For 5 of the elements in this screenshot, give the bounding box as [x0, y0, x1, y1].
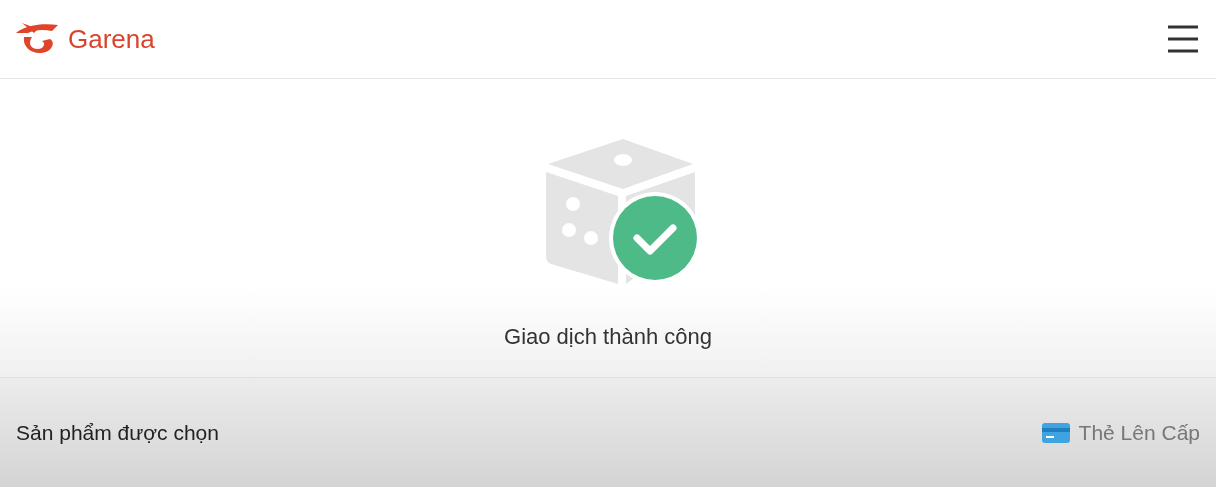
success-message: Giao dịch thành công — [504, 323, 712, 351]
product-label: Sản phẩm được chọn — [16, 419, 219, 446]
product-name: Thẻ Lên Cấp — [1078, 419, 1200, 446]
brand-name: Garena — [68, 22, 155, 56]
card-icon — [1040, 420, 1071, 445]
